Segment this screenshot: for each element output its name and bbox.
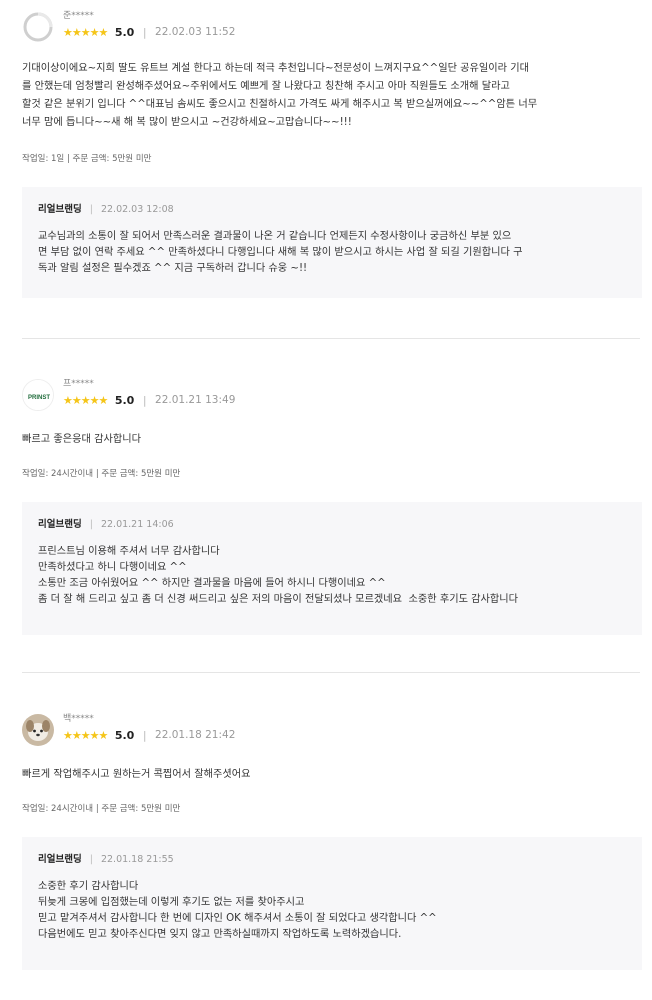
review-meta: 작업일: 24시간이내 | 주문 금액: 5만원 미만: [22, 469, 181, 479]
reply-author: 리얼브랜딩: [38, 204, 82, 215]
rating-score: 5.0: [114, 393, 135, 407]
rating-line: ★★★★★ 5.0 | 22.02.03 11:52: [63, 25, 235, 39]
printst-logo-icon: PRINST: [22, 379, 54, 411]
rating-score: 5.0: [114, 728, 135, 742]
dog-photo-avatar-icon: [22, 714, 54, 746]
rating-line: ★★★★★ 5.0 | 22.01.21 13:49: [63, 393, 235, 407]
reply-header: 리얼브랜딩 | 22.01.21 14:06: [38, 516, 626, 530]
separator: |: [89, 204, 93, 215]
reply-author: 리얼브랜딩: [38, 854, 82, 865]
review-meta: 작업일: 24시간이내 | 주문 금액: 5만원 미만: [22, 804, 181, 814]
seller-reply: 리얼브랜딩 | 22.01.18 21:55 소중한 후기 감사합니다 뒤늦게 …: [22, 837, 642, 970]
review-meta: 작업일: 1일 | 주문 금액: 5만원 미만: [22, 154, 152, 164]
review-body: 빠르게 작업해주시고 원하는거 콕찝어서 잘해주셧어요: [22, 769, 251, 780]
reviewer-name: 백*****: [63, 714, 94, 724]
seller-reply: 리얼브랜딩 | 22.01.21 14:06 프린스트님 이용해 주셔서 너무 …: [22, 502, 642, 635]
reviewer-name: 프*****: [63, 379, 94, 389]
reply-date: 22.01.18 21:55: [100, 854, 174, 865]
separator: |: [142, 728, 147, 742]
review-date: 22.01.21 13:49: [155, 394, 236, 406]
star-rating-icon: ★★★★★: [63, 728, 108, 742]
separator: |: [142, 25, 147, 39]
separator: |: [142, 393, 147, 407]
rating-score: 5.0: [114, 25, 135, 39]
review-date: 22.01.18 21:42: [155, 729, 236, 741]
default-avatar-icon: [22, 11, 54, 43]
reply-author: 리얼브랜딩: [38, 519, 82, 530]
star-rating-icon: ★★★★★: [63, 25, 108, 39]
review-date: 22.02.03 11:52: [155, 26, 236, 38]
review-divider: [22, 672, 640, 673]
reply-text: 프린스트님 이용해 주셔서 너무 감사합니다 만족하셨다고 하니 다행이네요 ^…: [38, 546, 519, 605]
separator: |: [89, 519, 93, 530]
reply-header: 리얼브랜딩 | 22.01.18 21:55: [38, 851, 626, 865]
star-rating-icon: ★★★★★: [63, 393, 108, 407]
separator: |: [89, 854, 93, 865]
reply-header: 리얼브랜딩 | 22.02.03 12:08: [38, 201, 626, 215]
reply-date: 22.02.03 12:08: [100, 204, 174, 215]
reply-text: 소중한 후기 감사합니다 뒤늦게 크몽에 입점했는데 이렇게 후기도 없는 저를…: [38, 881, 437, 940]
review-body: 빠르고 좋은응대 감사합니다: [22, 434, 141, 445]
review-divider: [22, 338, 640, 339]
seller-reply: 리얼브랜딩 | 22.02.03 12:08 교수님과의 소통이 잘 되어서 만…: [22, 187, 642, 298]
review-body: 기대이상이에요~지희 딸도 유트브 계설 한다고 하는데 적극 추천입니다~전문…: [22, 63, 538, 128]
reply-date: 22.01.21 14:06: [100, 519, 174, 530]
svg-text:PRINST: PRINST: [28, 395, 50, 401]
reply-text: 교수님과의 소통이 잘 되어서 만족스러운 결과물이 나온 거 같습니다 언제든…: [38, 231, 523, 274]
rating-line: ★★★★★ 5.0 | 22.01.18 21:42: [63, 728, 235, 742]
reviewer-name: 준*****: [63, 11, 94, 21]
